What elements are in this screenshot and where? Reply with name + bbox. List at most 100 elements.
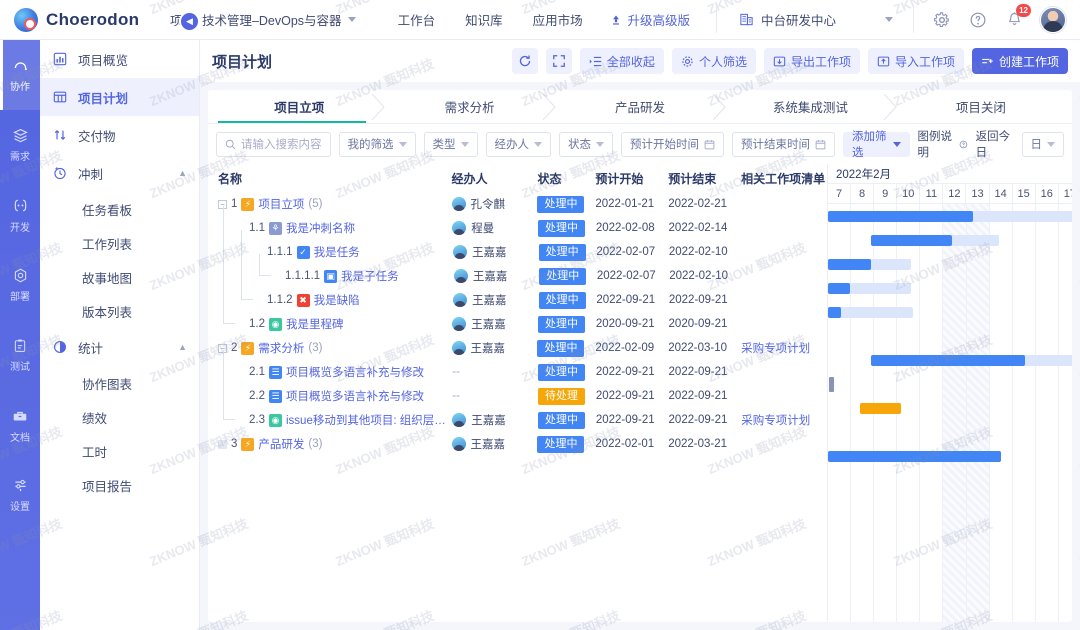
gantt-bar-progress[interactable] (828, 283, 850, 294)
sidebar-item-storymap[interactable]: 故事地图 (40, 260, 199, 294)
issue-title[interactable]: 项目概览多语言补充与修改 (286, 388, 424, 404)
collapse-all-button[interactable]: 全部收起 (580, 48, 664, 74)
status-badge[interactable]: 处理中 (538, 220, 585, 237)
filter-my-filters[interactable]: 我的筛选 (339, 132, 416, 157)
issue-title[interactable]: 我是子任务 (341, 268, 399, 284)
create-issue-button[interactable]: 创建工作项 (972, 48, 1068, 74)
rail-item-develop[interactable]: 开发 (0, 180, 40, 250)
rail-item-document[interactable]: 文档 (0, 390, 40, 460)
gantt-bar-progress[interactable] (828, 211, 973, 222)
gantt-bar-progress[interactable] (828, 307, 841, 318)
collapse-toggle-icon[interactable]: − (218, 200, 227, 209)
export-button[interactable]: 导出工作项 (764, 48, 860, 74)
table-row[interactable]: 1.1.2✖我是缺陷王嘉嘉处理中2022-09-212022-09-21 (208, 288, 827, 312)
table-row[interactable]: 2.2☰项目概览多语言补充与修改--待处理2022-09-212022-09-2… (208, 384, 827, 408)
sidebar-item-sprint[interactable]: 冲刺 ▲ (40, 154, 199, 192)
issue-title[interactable]: 项目立项 (258, 196, 304, 212)
filter-start-date[interactable]: 预计开始时间 (621, 132, 724, 157)
collapse-toggle-icon[interactable]: − (218, 344, 227, 353)
row-marker-icon[interactable] (218, 440, 227, 449)
gear-icon[interactable] (932, 10, 952, 30)
status-badge[interactable]: 处理中 (539, 244, 586, 261)
tab-project-initiation[interactable]: 项目立项 (214, 90, 384, 123)
gantt-bars-area[interactable] (828, 204, 1072, 622)
legend-button[interactable]: 图例说明 (918, 128, 968, 160)
sidebar-item-overview[interactable]: 项目概览 (40, 40, 199, 78)
gantt-bar-progress[interactable] (871, 235, 952, 246)
sidebar-item-performance[interactable]: 绩效 (40, 400, 199, 434)
sidebar-item-worktime[interactable]: 工时 (40, 434, 199, 468)
brand-logo[interactable]: Choerodon (0, 8, 152, 32)
sidebar-item-collabchart[interactable]: 协作图表 (40, 366, 199, 400)
table-row[interactable]: −1⚡项目立项(5)孔令麒处理中2022-01-212022-02-21 (208, 192, 827, 216)
tab-requirement-analysis[interactable]: 需求分析 (384, 90, 554, 123)
issue-title[interactable]: 产品研发 (258, 436, 304, 452)
refresh-button[interactable] (512, 48, 538, 74)
org-selector[interactable]: 中台研发中心 (716, 7, 893, 33)
status-badge[interactable]: 处理中 (538, 364, 585, 381)
issue-title[interactable]: 我是冲刺名称 (286, 220, 355, 236)
filter-type[interactable]: 类型 (424, 132, 478, 157)
status-badge[interactable]: 处理中 (537, 196, 584, 213)
gantt-bar-progress[interactable] (860, 403, 900, 414)
table-row[interactable]: 2.1☰项目概览多语言补充与修改--处理中2022-09-212022-09-2… (208, 360, 827, 384)
nav-workbench[interactable]: 工作台 (398, 10, 436, 29)
sidebar-item-statistics[interactable]: 统计 ▲ (40, 328, 199, 366)
issue-title[interactable]: 项目概览多语言补充与修改 (286, 364, 424, 380)
sidebar-item-worklist[interactable]: 工作列表 (40, 226, 199, 260)
cell-related[interactable]: 采购专项计划 (741, 412, 827, 428)
status-badge[interactable]: 处理中 (537, 436, 584, 453)
issue-title[interactable]: 我是里程碑 (286, 316, 344, 332)
status-badge[interactable]: 处理中 (537, 340, 584, 357)
table-row[interactable]: 1.1⚘我是冲刺名称程曼处理中2022-02-082022-02-14 (208, 216, 827, 240)
table-row[interactable]: 1.1.1✓我是任务王嘉嘉处理中2022-02-072022-02-10 (208, 240, 827, 264)
rail-item-requirement[interactable]: 需求 (0, 110, 40, 180)
nav-knowledge[interactable]: 知识库 (465, 10, 503, 29)
time-unit-selector[interactable]: 日 (1022, 132, 1065, 157)
gantt-bar-progress[interactable] (871, 355, 1026, 366)
sidebar-item-plan[interactable]: 项目计划 (40, 78, 199, 116)
tab-project-closure[interactable]: 项目关闭 (896, 90, 1066, 123)
issue-title[interactable]: 我是任务 (314, 244, 360, 260)
avatar[interactable] (1040, 7, 1066, 33)
status-badge[interactable]: 处理中 (539, 268, 586, 285)
rail-item-test[interactable]: 测试 (0, 320, 40, 390)
sidebar-item-taskboard[interactable]: 任务看板 (40, 192, 199, 226)
sidebar-item-versionlist[interactable]: 版本列表 (40, 294, 199, 328)
table-row[interactable]: 1.2◉我是里程碑王嘉嘉处理中2020-09-212020-09-21 (208, 312, 827, 336)
rail-item-settings[interactable]: 设置 (0, 460, 40, 530)
table-row[interactable]: 3⚡产品研发(3)王嘉嘉处理中2022-02-012022-03-21 (208, 432, 827, 456)
status-badge[interactable]: 处理中 (538, 412, 585, 429)
gantt-milestone[interactable] (829, 377, 834, 392)
add-filter-button[interactable]: 添加筛选 (843, 132, 910, 157)
sidebar-item-projectreport[interactable]: 项目报告 (40, 468, 199, 502)
tab-system-integration-test[interactable]: 系统集成测试 (725, 90, 895, 123)
tab-product-development[interactable]: 产品研发 (555, 90, 725, 123)
issue-title[interactable]: issue移动到其他项目: 组织层自定... (286, 412, 452, 428)
cell-related[interactable]: 采购专项计划 (741, 340, 827, 356)
rail-item-collab[interactable]: 协作 (0, 40, 40, 110)
table-row[interactable]: 1.1.1.1▣我是子任务王嘉嘉处理中2022-02-072022-02-10 (208, 264, 827, 288)
issue-title[interactable]: 我是缺陷 (314, 292, 360, 308)
gantt-bar-progress[interactable] (828, 451, 1001, 462)
table-row[interactable]: −2⚡需求分析(3)王嘉嘉处理中2022-02-092022-03-10采购专项… (208, 336, 827, 360)
back-to-today-button[interactable]: 返回今日 (976, 128, 1014, 160)
gantt-bar-progress[interactable] (828, 259, 871, 270)
rail-item-deploy[interactable]: 部署 (0, 250, 40, 320)
table-row[interactable]: 2.3◉issue移动到其他项目: 组织层自定...王嘉嘉处理中2022-09-… (208, 408, 827, 432)
import-button[interactable]: 导入工作项 (868, 48, 964, 74)
fullscreen-button[interactable] (546, 48, 572, 74)
filter-end-date[interactable]: 预计结束时间 (732, 132, 835, 157)
nav-marketplace[interactable]: 应用市场 (533, 10, 583, 29)
help-icon[interactable] (968, 10, 988, 30)
filter-assignee[interactable]: 经办人 (486, 132, 552, 157)
search-input[interactable]: 请输入搜索内容 (216, 132, 331, 157)
sidebar-collapse-button[interactable]: ◀ (181, 13, 198, 30)
sidebar-item-deliverable[interactable]: 交付物 (40, 116, 199, 154)
status-badge[interactable]: 处理中 (539, 292, 586, 309)
bell-icon[interactable]: 12 (1004, 10, 1024, 30)
status-badge[interactable]: 待处理 (538, 388, 585, 405)
filter-status[interactable]: 状态 (559, 132, 613, 157)
personal-filter-button[interactable]: 个人筛选 (672, 48, 756, 74)
issue-title[interactable]: 需求分析 (258, 340, 304, 356)
